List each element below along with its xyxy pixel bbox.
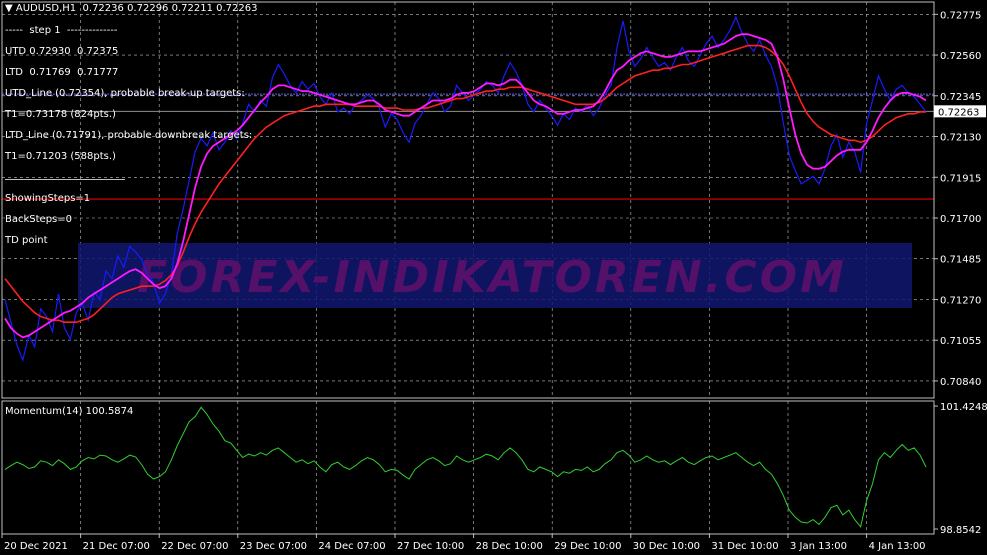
y-tick-label: 101.4248 [940, 402, 987, 413]
current-price-label: 0.72263 [938, 107, 979, 118]
momentum-title: Momentum(14) 100.5874 [5, 406, 133, 417]
x-tick-label: 30 Dec 10:00 [633, 541, 700, 552]
utd-line-desc: UTD_Line (0.72354), probable break-up ta… [5, 87, 245, 99]
time-axis: 20 Dec 2021 21 Dec 07:00 22 Dec 07:00 23 De… [1, 534, 926, 552]
ltd-line: LTD 0.71769 0.71777 [5, 66, 119, 78]
y-tick-label: 0.72775 [940, 10, 981, 21]
ohlc-values: 0.72236 0.72296 0.72211 0.72263 [82, 3, 258, 14]
y-tick-label: 0.71055 [940, 336, 981, 347]
watermark-text: FOREX-INDIKATOREN.COM [137, 252, 847, 303]
momentum-panel-frame [1, 400, 935, 535]
ltd-target: T1=0.71203 (588pts.) [5, 150, 116, 162]
step-dashes: ----- [5, 24, 30, 36]
td-point: TD point [5, 235, 48, 246]
y-tick-label: 0.72560 [940, 51, 981, 62]
x-tick-label: 27 Dec 10:00 [397, 541, 464, 552]
symbol-label: AUDUSD,H1 [15, 3, 77, 14]
y-tick-label: 0.71485 [940, 255, 981, 266]
y-tick-label: 0.72345 [940, 92, 981, 103]
utd-line: UTD 0.72930 0.72375 [5, 45, 119, 57]
current-price-tag: 0.72263 [934, 105, 986, 118]
x-tick-label: 21 Dec 07:00 [83, 541, 150, 552]
collapse-triangle-icon[interactable]: ▼ [5, 3, 16, 14]
y-tick-label: 0.71700 [940, 214, 981, 225]
x-tick-label: 23 Dec 07:00 [240, 541, 307, 552]
x-tick-label: 24 Dec 07:00 [318, 541, 385, 552]
x-tick-label: 31 Dec 10:00 [711, 541, 778, 552]
x-tick-label: 3 Jan 13:00 [790, 541, 847, 552]
momentum-axis: 101.4248 98.8542 [934, 402, 987, 536]
info-panel: ----- step 1 -------------- UTD 0.72930 … [5, 15, 252, 257]
ltd-line-desc: LTD_Line (0.71791), probable downbreak t… [5, 129, 253, 141]
symbol-header: ▼ AUDUSD,H1 0.72236 0.72296 0.72211 0.72… [5, 3, 257, 14]
info-separator [5, 173, 125, 180]
y-tick-label: 0.72130 [940, 133, 981, 144]
momentum-grid [1, 401, 867, 534]
y-tick-label: 0.71915 [940, 173, 981, 184]
x-tick-label: 22 Dec 07:00 [161, 541, 228, 552]
step-label: step 1 [29, 24, 61, 36]
x-tick-label: 29 Dec 10:00 [554, 541, 621, 552]
y-tick-label: 0.71270 [940, 295, 981, 306]
y-tick-label: 98.8542 [940, 525, 981, 536]
utd-target: T1=0.73178 (824pts.) [5, 108, 116, 120]
back-steps: BackSteps=0 [5, 214, 72, 225]
step-line: ----- step 1 -------------- [5, 24, 252, 37]
x-tick-label: 20 Dec 2021 [4, 541, 68, 552]
step-dashes-right: -------------- [60, 24, 118, 36]
y-tick-label: 0.70840 [940, 377, 981, 388]
x-tick-label: 28 Dec 10:00 [476, 541, 543, 552]
x-tick-label: 4 Jan 13:00 [869, 541, 926, 552]
showing-steps: ShowingSteps=1 [5, 193, 91, 204]
price-axis: 0.72775 0.72560 0.72345 0.72130 0.71915 0.717… [934, 10, 981, 388]
